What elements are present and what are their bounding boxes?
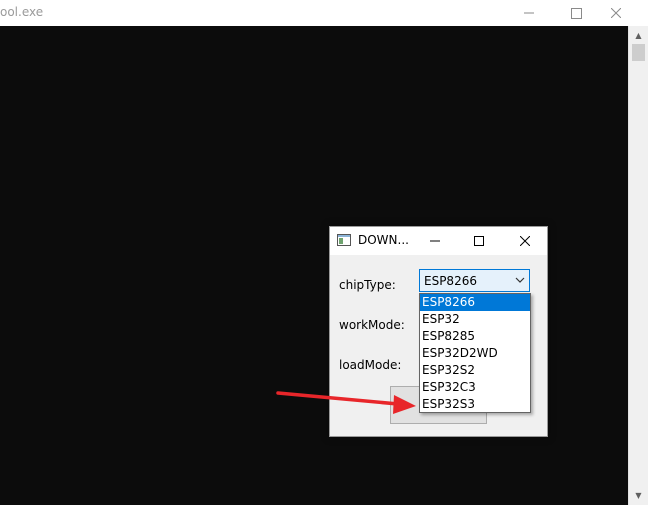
dialog-maximize-button[interactable] — [463, 227, 495, 255]
dropdown-option[interactable]: ESP32 — [420, 311, 530, 328]
dialog-close-button[interactable] — [509, 227, 541, 255]
outer-titlebar: ool.exe — [0, 0, 632, 26]
dropdown-option[interactable]: ESP32S2 — [420, 362, 530, 379]
outer-close-button[interactable] — [600, 0, 632, 26]
app-window-icon — [337, 234, 351, 246]
vertical-scrollbar[interactable]: ▲ ▼ — [628, 26, 648, 505]
dialog-title: DOWN... — [358, 233, 409, 247]
work-mode-label: workMode: — [339, 318, 405, 332]
maximize-icon — [570, 7, 582, 19]
scroll-thumb[interactable] — [632, 44, 645, 61]
chip-type-select[interactable]: ESP8266 — [419, 269, 530, 292]
maximize-icon — [474, 236, 484, 246]
dropdown-option[interactable]: ESP32S3 — [420, 396, 530, 413]
load-mode-label: loadMode: — [339, 358, 402, 372]
outer-maximize-button[interactable] — [553, 0, 599, 26]
minimize-icon — [430, 240, 440, 242]
chip-type-label: chipType: — [339, 278, 396, 292]
outer-window-title: ool.exe — [0, 5, 44, 19]
chip-type-selected-value: ESP8266 — [424, 274, 477, 288]
dropdown-option[interactable]: ESP8266 — [420, 294, 530, 311]
outer-minimize-button[interactable] — [506, 0, 552, 26]
scroll-down-arrow-icon[interactable]: ▼ — [629, 487, 648, 504]
dropdown-option[interactable]: ESP8285 — [420, 328, 530, 345]
dropdown-option[interactable]: ESP32C3 — [420, 379, 530, 396]
minimize-icon — [524, 12, 534, 14]
chip-type-dropdown-list[interactable]: ESP8266 ESP32 ESP8285 ESP32D2WD ESP32S2 ESP32… — [419, 293, 531, 413]
dropdown-option[interactable]: ESP32D2WD — [420, 345, 530, 362]
close-icon — [520, 236, 530, 246]
close-icon — [611, 8, 621, 18]
dialog-titlebar: DOWN... — [330, 227, 547, 255]
dialog-minimize-button[interactable] — [419, 227, 451, 255]
scroll-up-arrow-icon[interactable]: ▲ — [629, 27, 648, 44]
chevron-down-icon — [515, 277, 525, 283]
annotation-arrow-icon — [276, 391, 416, 414]
